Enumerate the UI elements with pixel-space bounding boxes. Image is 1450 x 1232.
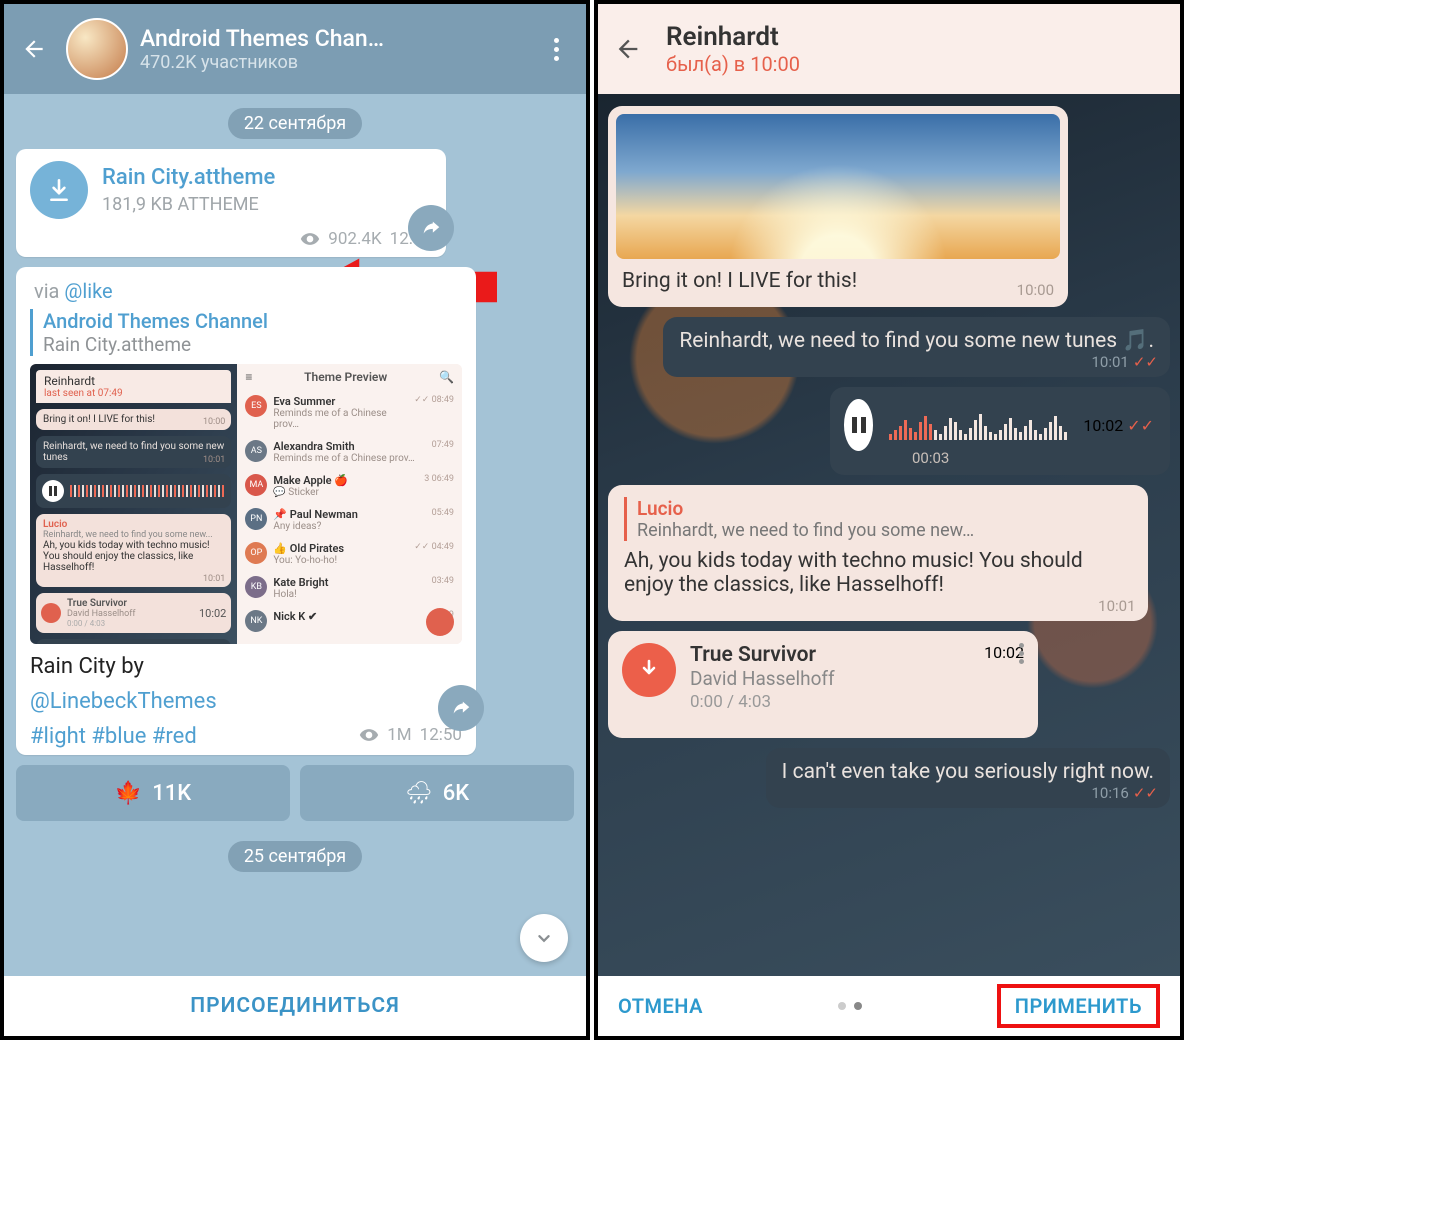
apply-button[interactable]: ПРИМЕНИТЬ [1015,994,1142,1018]
channel-avatar[interactable] [66,18,128,80]
image-message[interactable]: Bring it on! I LIVE for this! 10:00 [608,106,1068,307]
caption-line1: Rain City by [30,654,462,679]
download-icon[interactable] [30,161,88,219]
waveform[interactable] [889,410,1067,440]
preview-header: Reinhardt был(а) в 10:00 [598,4,1180,94]
compose-fab-icon [426,608,454,636]
cancel-button[interactable]: ОТМЕНА [618,994,703,1018]
eye-icon [300,229,320,249]
voice-message[interactable]: 00:03 10:02✓✓ [830,387,1170,475]
audio-file-message[interactable]: True Survivor David Hasselhoff 0:00 / 4:… [608,631,1038,738]
msg-text: Ah, you kids today with techno music! Yo… [624,549,1083,597]
share-button[interactable] [408,205,454,251]
channel-title: Android Themes Chan… [140,25,480,52]
eye-icon [359,725,379,745]
more-menu-button[interactable] [536,29,576,69]
join-button[interactable]: ПРИСОЕДИНИТЬСЯ [4,976,586,1036]
date-badge: 22 сентября [228,108,362,139]
date-badge: 25 сентября [228,841,362,872]
scroll-down-button[interactable] [520,914,568,962]
search-icon: 🔍 [439,370,454,384]
preview-title-block[interactable]: Reinhardt был(а) в 10:00 [666,22,800,76]
outgoing-message[interactable]: I can't even take you seriously right no… [766,748,1170,808]
reaction-button-1[interactable]: 🍁11K [16,765,290,821]
pause-button[interactable] [844,399,873,451]
audio-duration: 0:00 / 4:03 [690,692,970,712]
outgoing-message[interactable]: Reinhardt, we need to find you some new … [663,317,1170,377]
channel-body: 22 сентября Rain City.attheme 181,9 KB A… [4,94,586,976]
reply-quote[interactable]: Android Themes Channel Rain City.attheme [30,309,462,356]
msg-text: Reinhardt, we need to find you some new … [679,329,1154,353]
reaction-button-2[interactable]: 🌧6K [300,765,574,821]
preview-footer: ОТМЕНА ПРИМЕНИТЬ [598,976,1180,1036]
channel-screen: Android Themes Chan… 470.2K участников 2… [0,0,590,1040]
file-name: Rain City.attheme [102,165,275,190]
download-icon[interactable] [622,643,676,697]
contact-name: Reinhardt [666,22,800,52]
msg-time: 10:00 [1017,281,1054,299]
audio-menu-button[interactable] [1019,643,1024,664]
page-indicator [838,1002,862,1010]
caption-author[interactable]: @LinebeckThemes [30,689,462,714]
reply-block[interactable]: Lucio Reinhardt, we need to find you som… [624,497,1132,541]
msg-text: Bring it on! I LIVE for this! [616,259,1060,293]
via-label: via @like [30,279,462,309]
audio-artist: David Hasselhoff [690,667,970,690]
theme-preview-screen: Reinhardt был(а) в 10:00 Bring it on! I … [594,0,1184,1040]
read-checks-icon: ✓✓ [1133,784,1158,802]
channel-subtitle: 470.2K участников [140,52,524,73]
views-count: 902.4K [328,229,381,249]
channel-header: Android Themes Chan… 470.2K участников [4,4,586,94]
file-meta: 181,9 KB ATTHEME [102,194,275,215]
apply-button-highlight: ПРИМЕНИТЬ [997,984,1160,1028]
back-button[interactable] [608,29,648,69]
preview-message[interactable]: via @like Android Themes Channel Rain Ci… [16,267,476,755]
msg-text: I can't even take you seriously right no… [782,760,1154,784]
incoming-reply-message[interactable]: Lucio Reinhardt, we need to find you som… [608,485,1148,621]
reactions-row: 🍁11K 🌧6K [16,765,574,821]
theme-preview-image: Reinhardtlast seen at 07:49 Bring it on!… [30,364,462,644]
read-checks-icon: ✓✓ [1127,416,1154,435]
back-button[interactable] [14,29,54,69]
channel-title-block[interactable]: Android Themes Chan… 470.2K участников [140,25,524,73]
via-bot[interactable]: @like [64,279,112,303]
share-button[interactable] [438,685,484,731]
preview-body: Bring it on! I LIVE for this! 10:00 Rein… [598,94,1180,976]
voice-elapsed: 00:03 [912,449,949,467]
read-checks-icon: ✓✓ [1133,353,1158,371]
last-seen: был(а) в 10:00 [666,52,800,76]
file-message[interactable]: Rain City.attheme 181,9 KB ATTHEME 902.4… [16,149,446,257]
audio-title: True Survivor [690,643,970,667]
sky-photo [616,114,1060,259]
